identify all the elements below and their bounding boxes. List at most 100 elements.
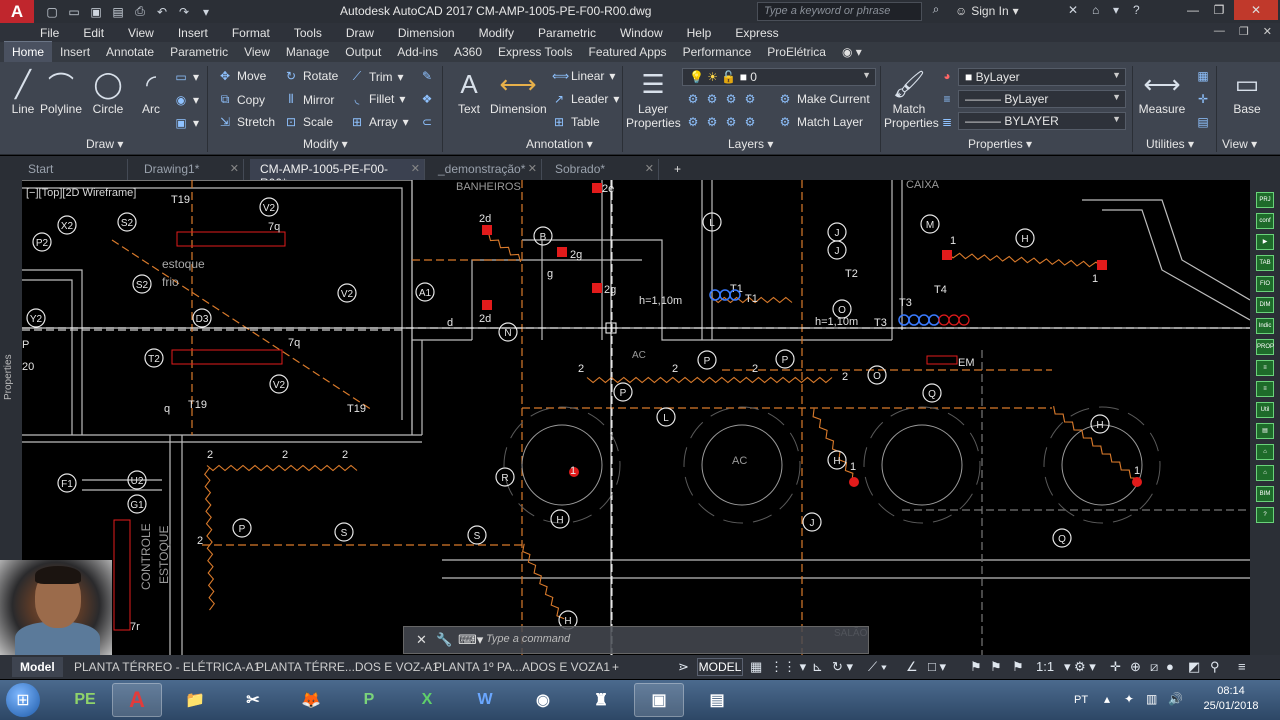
drawing-canvas[interactable]: X2 S2 V2 P2 S2 V2 D3 Y2 T2 V2 U2 F1 G1 P S S R H H H H H N L J J M… bbox=[22, 180, 1250, 655]
proeletrica-tool-button[interactable]: TAB bbox=[1256, 255, 1274, 271]
mirror-button[interactable]: ⫴ Mirror bbox=[284, 92, 334, 107]
calculator-icon[interactable]: ▦ bbox=[1196, 69, 1210, 83]
tab-home[interactable]: Home bbox=[4, 41, 53, 62]
layer-dropdown[interactable]: 💡 ☀ 🔓 ■ 0 ▼ bbox=[682, 68, 876, 86]
undo-icon[interactable]: ↶ bbox=[152, 3, 172, 21]
menu-insert[interactable]: Insert bbox=[178, 26, 208, 40]
dimension-button[interactable]: ⟷ Dimension bbox=[490, 66, 547, 117]
volume-icon[interactable]: 🔊 bbox=[1168, 692, 1183, 706]
draw-panel-title[interactable]: Draw ▾ bbox=[86, 137, 123, 151]
linetype-icon[interactable]: ≡ bbox=[940, 92, 954, 106]
taskbar-app-icon-1[interactable]: ♜ bbox=[576, 683, 626, 717]
proeletrica-tool-button[interactable]: conf bbox=[1256, 213, 1274, 229]
menu-format[interactable]: Format bbox=[232, 26, 270, 40]
tab-add-ins[interactable]: Add-ins bbox=[389, 42, 446, 62]
linetype-dropdown[interactable]: ——— ByLayer ▼ bbox=[958, 90, 1126, 108]
erase-button[interactable]: ✎ bbox=[420, 69, 434, 83]
taskbar-app-icon-2[interactable]: ▣ bbox=[634, 683, 684, 717]
doc-tab-start[interactable]: Start bbox=[18, 159, 128, 180]
menu-file[interactable]: File bbox=[40, 26, 59, 40]
quick-properties-icon[interactable]: ⧄ bbox=[1150, 659, 1158, 675]
tab-a360[interactable]: A360 bbox=[446, 42, 490, 62]
proeletrica-tool-button[interactable]: ? bbox=[1256, 507, 1274, 523]
rotate-button[interactable]: ↻ Rotate bbox=[284, 69, 338, 83]
taskbar-app-project[interactable]: P bbox=[344, 683, 394, 717]
hardware-acceleration-icon[interactable]: ◩ bbox=[1188, 659, 1200, 675]
utilities-panel-title[interactable]: Utilities ▾ bbox=[1146, 137, 1194, 151]
floor-plan-drawing[interactable]: X2 S2V2P2S2V2D3Y2T2V2U2F1G1P S SRHHHHHNLJJM… bbox=[22, 180, 1250, 655]
menu-express[interactable]: Express bbox=[735, 26, 778, 40]
object-snap-tracking-icon[interactable]: ∠ bbox=[906, 659, 918, 675]
offset-button[interactable]: ⊂ bbox=[420, 115, 434, 129]
new-tab-button[interactable]: + bbox=[664, 159, 692, 180]
proeletrica-tool-button[interactable]: FIO bbox=[1256, 276, 1274, 292]
doc-tab-demonstracao[interactable]: _demonstração* ✕ bbox=[428, 159, 542, 180]
snap-icon[interactable]: ⋮⋮ ▾ bbox=[770, 659, 806, 675]
sign-in-button[interactable]: ☺ Sign In ▾ bbox=[955, 4, 1019, 18]
status-menu-icon[interactable]: ⋗ bbox=[678, 659, 689, 675]
tray-app-icon[interactable]: ✦ bbox=[1124, 692, 1134, 706]
start-button[interactable]: ⊞ bbox=[6, 683, 40, 717]
layout-tab-model[interactable]: Model bbox=[12, 657, 63, 677]
close-icon[interactable]: ✕ bbox=[411, 162, 420, 175]
layout-tab-planta-terreo-dados[interactable]: PLANTA TÉRRE...DOS E VOZ-A1 bbox=[248, 657, 447, 677]
layout-tab-planta-1-pavimento[interactable]: PLANTA 1º PA...ADOS E VOZA1 bbox=[426, 657, 618, 677]
clean-screen-icon[interactable]: ⚲ bbox=[1210, 659, 1220, 675]
color-wheel-icon[interactable]: ◕ bbox=[940, 69, 954, 83]
layer-unlock-icon[interactable]: ⚙ bbox=[743, 115, 757, 129]
trim-button[interactable]: ⟋ Trim ▾ bbox=[350, 69, 404, 84]
redo-icon[interactable]: ↷ bbox=[174, 3, 194, 21]
menu-help[interactable]: Help bbox=[687, 26, 712, 40]
maximize-button[interactable]: ❐ bbox=[1206, 0, 1232, 20]
proeletrica-tool-button[interactable]: Indic bbox=[1256, 318, 1274, 334]
tab-featured-apps[interactable]: Featured Apps bbox=[581, 42, 675, 62]
annotation-panel-title[interactable]: Annotation ▾ bbox=[526, 137, 593, 151]
minimize-button[interactable]: — bbox=[1180, 0, 1206, 20]
tab-performance[interactable]: Performance bbox=[675, 42, 760, 62]
taskbar-app-autocad[interactable]: A bbox=[112, 683, 162, 717]
modify-panel-title[interactable]: Modify ▾ bbox=[303, 137, 348, 151]
proeletrica-tool-button[interactable]: ▤ bbox=[1256, 423, 1274, 439]
qat-dropdown-icon[interactable]: ▾ bbox=[196, 3, 216, 21]
table-button[interactable]: ⊞ Table bbox=[552, 115, 600, 129]
new-icon[interactable]: ▢ bbox=[42, 3, 62, 21]
layer-thaw-icon[interactable]: ⚙ bbox=[724, 115, 738, 129]
tab-annotate[interactable]: Annotate bbox=[98, 42, 162, 62]
command-input[interactable]: Type a command bbox=[486, 633, 570, 645]
exchange-icon[interactable]: ✕ bbox=[1068, 3, 1078, 17]
proeletrica-tool-button[interactable]: DIM bbox=[1256, 297, 1274, 313]
plot-icon[interactable]: ⎙ bbox=[130, 3, 150, 21]
clock[interactable]: 08:14 25/01/2018 bbox=[1196, 684, 1266, 714]
save-as-icon[interactable]: ▤ bbox=[108, 3, 128, 21]
copy-button[interactable]: ⧉ Copy bbox=[218, 92, 265, 107]
annotation-auto-scale-icon[interactable]: ⚑ bbox=[990, 659, 1002, 675]
ribbon-toggle-icon[interactable]: ◉ ▾ bbox=[834, 42, 870, 62]
tab-proeletrica[interactable]: ProElétrica bbox=[759, 42, 834, 62]
close-icon[interactable]: ✕ bbox=[645, 162, 654, 175]
proeletrica-tool-button[interactable]: ⌂ bbox=[1256, 444, 1274, 460]
isodraft-icon[interactable]: ⟋ ▾ bbox=[868, 659, 887, 675]
text-button[interactable]: A Text bbox=[446, 66, 492, 117]
new-layout-button[interactable]: + bbox=[604, 657, 627, 677]
tab-parametric[interactable]: Parametric bbox=[162, 42, 236, 62]
fillet-button[interactable]: ◟ Fillet ▾ bbox=[350, 92, 406, 106]
proeletrica-tool-button[interactable]: ≡ bbox=[1256, 360, 1274, 376]
doc-tab-drawing1[interactable]: Drawing1* ✕ bbox=[134, 159, 244, 180]
taskbar-app-icon-3[interactable]: ▤ bbox=[692, 683, 742, 717]
ortho-icon[interactable]: ⊾ bbox=[812, 659, 823, 675]
annotation-visibility-icon[interactable]: ⚑ bbox=[970, 659, 982, 675]
wrench-icon[interactable]: 🔧 bbox=[436, 632, 452, 648]
search-input[interactable]: Type a keyword or phrase bbox=[757, 2, 922, 21]
tray-expand-icon[interactable]: ▴ bbox=[1104, 692, 1110, 706]
menu-tools[interactable]: Tools bbox=[294, 26, 322, 40]
layer-lock-icon[interactable]: ⚙ bbox=[743, 92, 757, 106]
array-button[interactable]: ⊞ Array ▾ bbox=[350, 115, 409, 129]
circle-button[interactable]: ◯ Circle bbox=[85, 66, 131, 117]
menu-window[interactable]: Window bbox=[620, 26, 663, 40]
tab-view[interactable]: View bbox=[236, 42, 278, 62]
color-dropdown[interactable]: ■ ByLayer ▼ bbox=[958, 68, 1126, 86]
annotation-scale-icon[interactable]: ⚑ bbox=[1012, 659, 1024, 675]
polar-icon[interactable]: ↻ ▾ bbox=[832, 659, 853, 675]
customization-icon[interactable]: ≡ bbox=[1238, 659, 1246, 674]
paste-icon[interactable]: ▤ bbox=[1196, 115, 1210, 129]
